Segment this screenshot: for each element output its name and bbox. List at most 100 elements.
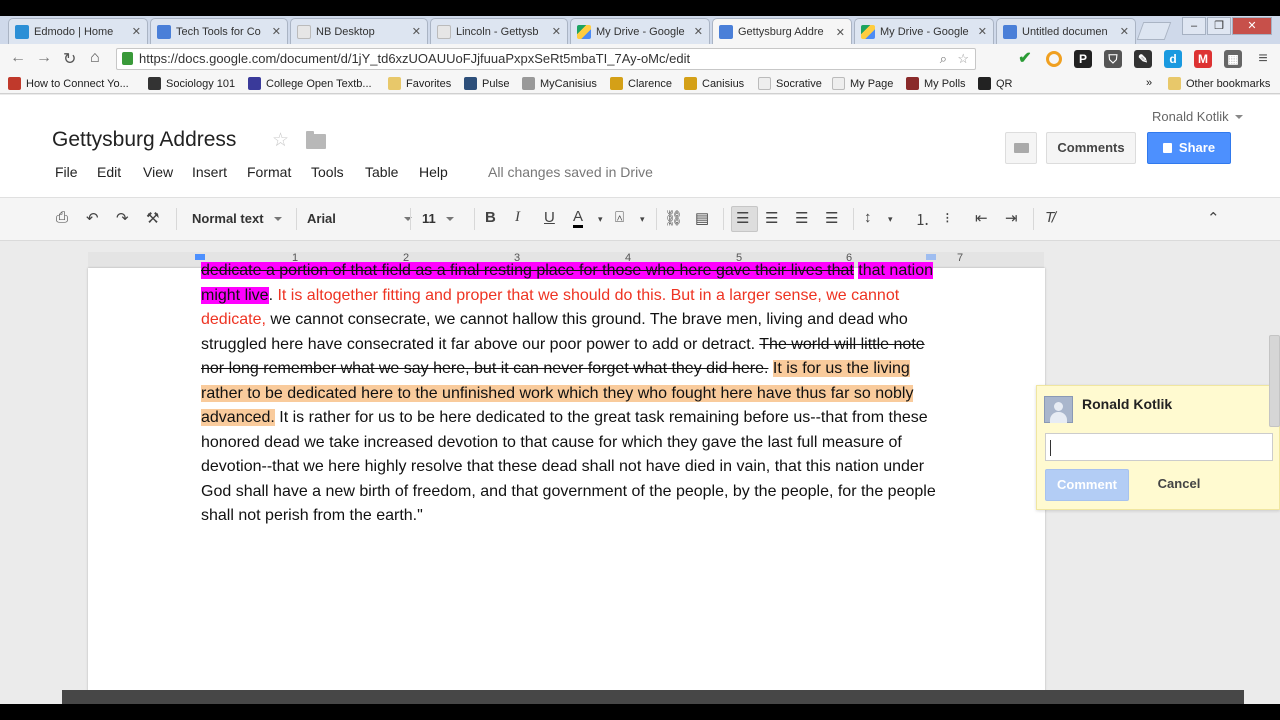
star-icon[interactable]: ☆ (272, 129, 289, 152)
comment-button[interactable]: Comment (1045, 469, 1129, 501)
close-icon[interactable]: ✕ (694, 25, 703, 38)
bookmark-college-open-textbooks[interactable]: College Open Textb... (248, 77, 372, 90)
italic-icon[interactable]: I (515, 209, 520, 226)
close-window-button[interactable]: ✕ (1232, 17, 1272, 35)
comment-input[interactable] (1045, 433, 1273, 461)
style-dropdown[interactable]: Normal text (192, 211, 282, 226)
bookmark-how-to-connect[interactable]: How to Connect Yo... (8, 77, 129, 90)
chat-button[interactable] (1005, 132, 1037, 164)
cancel-button[interactable]: Cancel (1137, 469, 1221, 501)
bookmark-clarence[interactable]: Clarence (610, 77, 672, 90)
link-icon[interactable]: ⛓ (664, 209, 683, 227)
menu-help[interactable]: Help (419, 164, 448, 180)
align-center-icon[interactable]: ☰ (765, 209, 778, 227)
comment-icon[interactable]: ▤ (695, 209, 709, 227)
chevron-down-icon[interactable]: ▾ (598, 214, 603, 225)
tab-nb-desktop[interactable]: NB Desktop ✕ (290, 18, 428, 44)
bookmark-qr[interactable]: QR (978, 77, 1013, 90)
decrease-indent-icon[interactable]: ⇤ (975, 209, 988, 227)
tab-my-drive-2[interactable]: My Drive - Google ✕ (854, 18, 994, 44)
comments-button[interactable]: Comments (1046, 132, 1136, 164)
highlight-color-icon[interactable]: ⍓ (615, 209, 624, 226)
document-title[interactable]: Gettysburg Address (52, 128, 236, 152)
checkmark-icon[interactable]: ✔ (1016, 50, 1034, 68)
redo-icon[interactable]: ↷ (116, 209, 129, 227)
document-body[interactable]: dedicate a portion of that field as a fi… (201, 259, 946, 529)
vertical-scrollbar[interactable] (1269, 335, 1280, 427)
back-icon[interactable]: ← (10, 49, 26, 67)
pocket-p-icon[interactable]: P (1074, 50, 1092, 68)
pocket-icon[interactable]: ⛉ (1104, 50, 1122, 68)
pen-icon[interactable]: ✎ (1134, 50, 1152, 68)
menu-edit[interactable]: Edit (97, 164, 121, 180)
address-bar[interactable]: https://docs.google.com/document/d/1jY_t… (116, 48, 976, 70)
menu-table[interactable]: Table (365, 164, 398, 180)
search-icon[interactable]: ⌕ (940, 49, 947, 69)
reload-icon[interactable]: ↻ (63, 49, 76, 69)
document-page[interactable]: dedicate a portion of that field as a fi… (88, 262, 1045, 690)
close-icon[interactable]: ✕ (132, 25, 141, 38)
bookmark-my-page[interactable]: My Page (832, 77, 893, 90)
menu-icon[interactable]: ≡ (1254, 50, 1272, 68)
collapse-toolbar-icon[interactable]: ⌃ (1207, 209, 1220, 227)
menu-file[interactable]: File (55, 164, 78, 180)
bookmark-my-polls[interactable]: My Polls (906, 77, 966, 90)
close-icon[interactable]: ✕ (272, 25, 281, 38)
tab-tech-tools[interactable]: Tech Tools for Co ✕ (150, 18, 288, 44)
tab-edmodo[interactable]: Edmodo | Home ✕ (8, 18, 148, 44)
tab-untitled-document[interactable]: Untitled documen ✕ (996, 18, 1136, 44)
bookmark-mycanisius[interactable]: MyCanisius (522, 77, 597, 90)
close-icon[interactable]: ✕ (978, 25, 987, 38)
account-name[interactable]: Ronald Kotlik (1152, 109, 1243, 124)
paint-format-icon[interactable]: ⚒ (146, 209, 159, 227)
close-icon[interactable]: ✕ (1120, 25, 1129, 38)
star-icon[interactable]: ☆ (957, 49, 969, 69)
extension-icon[interactable]: ▦ (1224, 50, 1242, 68)
underline-icon[interactable]: U (544, 209, 555, 226)
line-spacing-icon[interactable]: ↕ (864, 209, 872, 226)
bookmark-favorites[interactable]: Favorites (388, 77, 451, 90)
share-button[interactable]: Share (1147, 132, 1231, 164)
close-icon[interactable]: ✕ (552, 25, 561, 38)
home-icon[interactable]: ⌂ (90, 49, 100, 67)
justify-icon[interactable]: ☰ (825, 209, 838, 227)
font-size-dropdown[interactable]: 11 (422, 211, 454, 226)
close-icon[interactable]: ✕ (412, 25, 421, 38)
horizontal-scrollbar[interactable] (0, 690, 1280, 704)
chevron-down-icon[interactable]: ▾ (888, 214, 893, 225)
circle-extension-icon[interactable] (1046, 51, 1062, 67)
tab-lincoln[interactable]: Lincoln - Gettysb ✕ (430, 18, 568, 44)
bookmark-canisius[interactable]: Canisius (684, 77, 744, 90)
font-dropdown[interactable]: Arial (307, 211, 412, 226)
menu-format[interactable]: Format (247, 164, 291, 180)
minimize-button[interactable]: – (1182, 17, 1206, 35)
save-status[interactable]: All changes saved in Drive (488, 164, 653, 180)
other-bookmarks[interactable]: Other bookmarks (1168, 77, 1270, 90)
d-extension-icon[interactable]: d (1164, 50, 1182, 68)
text-color-icon[interactable]: A (573, 209, 584, 228)
bulleted-list-icon[interactable]: ⁝ (945, 209, 950, 227)
align-right-icon[interactable]: ☰ (795, 209, 808, 227)
menu-tools[interactable]: Tools (311, 164, 344, 180)
bookmark-pulse[interactable]: Pulse (464, 77, 510, 90)
bold-icon[interactable]: B (485, 209, 496, 226)
bookmarks-overflow[interactable]: » (1146, 77, 1152, 89)
forward-icon[interactable]: → (36, 49, 52, 67)
bookmark-sociology[interactable]: Sociology 101 (148, 77, 235, 90)
chevron-down-icon[interactable]: ▾ (640, 214, 645, 225)
numbered-list-icon[interactable]: ⒈ (915, 209, 930, 230)
undo-icon[interactable]: ↶ (86, 209, 99, 227)
folder-icon[interactable] (306, 131, 326, 149)
increase-indent-icon[interactable]: ⇥ (1005, 209, 1018, 227)
menu-insert[interactable]: Insert (192, 164, 227, 180)
scrollbar-thumb[interactable] (62, 690, 1244, 704)
tab-my-drive-1[interactable]: My Drive - Google ✕ (570, 18, 710, 44)
bookmark-socrative[interactable]: Socrative (758, 77, 822, 90)
print-icon[interactable]: ⎙ (56, 209, 68, 226)
tab-gettysburg-address[interactable]: Gettysburg Addre ✕ (712, 18, 852, 45)
gmail-icon[interactable]: M (1194, 50, 1212, 68)
close-icon[interactable]: ✕ (836, 26, 845, 39)
menu-view[interactable]: View (143, 164, 173, 180)
maximize-button[interactable]: ❐ (1207, 17, 1231, 35)
clear-formatting-icon[interactable]: T̸ (1045, 209, 1054, 226)
